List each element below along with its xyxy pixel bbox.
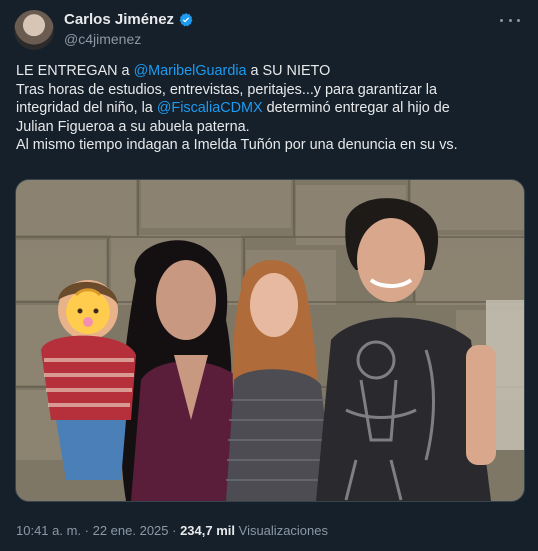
tweet-photo[interactable] — [15, 179, 525, 502]
author-display-name[interactable]: Carlos Jiménez — [64, 11, 174, 28]
tweet-text-segment: a SU NIETO — [246, 63, 331, 79]
author-name-row: Carlos Jiménez — [64, 11, 194, 28]
tweet-card: Carlos Jiménez @c4jimenez LE ENTREGAN a … — [0, 0, 538, 551]
tweet-meta: 10:41 a. m. · 22 ene. 2025 · 234,7 mil V… — [16, 523, 328, 538]
more-options-icon[interactable] — [500, 12, 520, 28]
tweet-line-1: LE ENTREGAN a @MaribelGuardia a SU NIETO — [16, 62, 526, 81]
author-avatar[interactable] — [14, 10, 54, 50]
verified-badge-icon — [179, 12, 193, 26]
tweet-time[interactable]: 10:41 a. m. — [16, 523, 81, 538]
photo-illustration — [16, 180, 524, 501]
author-handle[interactable]: @c4jimenez — [64, 31, 141, 47]
tweet-text-segment: integridad del niño, la — [16, 100, 157, 117]
views-count: 234,7 mil — [180, 523, 236, 538]
tweet-line-5: Al mismo tiempo indagan a Imelda Tuñón p… — [16, 137, 458, 154]
tweet-text-segment: LE ENTREGAN a — [16, 63, 134, 79]
tweet-line-2: Tras horas de estudios, entrevistas, per… — [16, 81, 437, 98]
meta-separator: · — [168, 523, 181, 538]
meta-separator: · — [81, 523, 93, 538]
tweet-date[interactable]: 22 ene. 2025 — [93, 523, 169, 538]
tweet-line-4: Julian Figueroa a su abuela paterna. — [16, 118, 250, 135]
tweet-line-3: integridad del niño, la @FiscaliaCDMX de… — [16, 99, 526, 118]
mention-maribelguardia[interactable]: @MaribelGuardia — [134, 63, 247, 79]
tweet-text: LE ENTREGAN a @MaribelGuardia a SU NIETO… — [16, 62, 526, 155]
mention-fiscaliacdmx[interactable]: @FiscaliaCDMX — [157, 100, 263, 116]
views-label: Visualizaciones — [235, 523, 328, 538]
tweet-text-segment: determinó entregar al hijo de — [262, 100, 450, 117]
baby-face-emoji-icon — [66, 288, 110, 334]
